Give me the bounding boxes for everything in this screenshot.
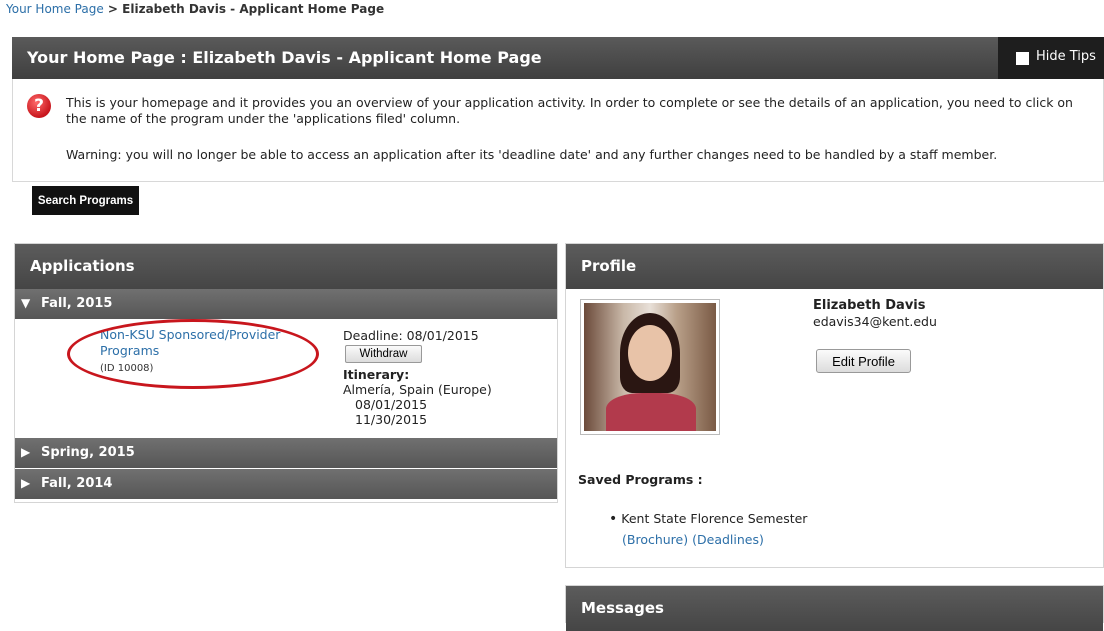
breadcrumb-separator: > <box>103 2 123 16</box>
term-label: Fall, 2015 <box>41 296 113 311</box>
triangle-right-icon: ▶ <box>21 476 31 490</box>
term-spring-2015[interactable]: ▶ Spring, 2015 <box>15 438 557 468</box>
deadline-text: Deadline: 08/01/2015 <box>343 328 479 343</box>
saved-program-links: (Brochure) (Deadlines) <box>622 532 768 547</box>
breadcrumb-current: Elizabeth Davis - Applicant Home Page <box>122 2 385 16</box>
itinerary-end-date: 11/30/2015 <box>355 412 428 427</box>
brochure-link[interactable]: (Brochure) <box>622 532 688 547</box>
avatar-face <box>628 325 672 381</box>
withdraw-button[interactable]: Withdraw <box>345 345 422 363</box>
messages-header: Messages <box>566 586 1103 631</box>
term-fall-2014[interactable]: ▶ Fall, 2014 <box>15 469 557 499</box>
applications-header: Applications <box>15 244 557 289</box>
profile-name: Elizabeth Davis <box>813 298 926 313</box>
checkbox-icon[interactable] <box>1016 52 1029 65</box>
breadcrumb-home-link[interactable]: Your Home Page <box>6 2 104 16</box>
deadlines-link[interactable]: (Deadlines) <box>692 532 764 547</box>
avatar-shirt <box>606 393 696 431</box>
help-icon: ? <box>27 94 51 118</box>
itinerary-start-date: 08/01/2015 <box>355 397 428 412</box>
profile-title: Profile <box>581 257 637 275</box>
term-label: Fall, 2014 <box>41 476 113 491</box>
edit-profile-button[interactable]: Edit Profile <box>816 349 911 373</box>
hide-tips-label: Hide Tips <box>1036 49 1096 64</box>
page-title-bar: Your Home Page : Elizabeth Davis - Appli… <box>12 37 1104 79</box>
breadcrumb: Your Home Page > Elizabeth Davis - Appli… <box>6 2 384 16</box>
messages-title: Messages <box>581 599 664 617</box>
warning-text: Warning: you will no longer be able to a… <box>66 147 998 162</box>
term-label: Spring, 2015 <box>41 445 135 460</box>
page-title: Your Home Page : Elizabeth Davis - Appli… <box>27 48 542 67</box>
messages-panel: Messages <box>565 585 1104 631</box>
avatar <box>584 303 716 431</box>
profile-photo <box>580 299 720 435</box>
tip-text: This is your homepage and it provides yo… <box>66 95 1073 126</box>
tips-box: ? This is your homepage and it provides … <box>12 79 1104 182</box>
triangle-down-icon: ▼ <box>21 296 31 310</box>
saved-programs-label: Saved Programs : <box>578 472 703 487</box>
itinerary-label: Itinerary: <box>343 367 410 382</box>
applications-title: Applications <box>30 257 135 275</box>
profile-header: Profile <box>566 244 1103 289</box>
profile-panel: Profile Elizabeth Davis edavis34@kent.ed… <box>565 243 1104 568</box>
highlight-ellipse <box>67 319 319 389</box>
term-fall-2015[interactable]: ▼ Fall, 2015 <box>15 289 557 319</box>
search-programs-button[interactable]: Search Programs <box>32 186 139 215</box>
saved-program-item: Kent State Florence Semester <box>609 511 807 527</box>
triangle-right-icon: ▶ <box>21 445 31 459</box>
itinerary-location: Almería, Spain (Europe) <box>343 382 492 397</box>
profile-email: edavis34@kent.edu <box>813 314 937 329</box>
hide-tips-toggle[interactable]: Hide Tips <box>998 37 1104 79</box>
applications-panel: Applications ▼ Fall, 2015 Non-KSU Sponso… <box>14 243 558 503</box>
